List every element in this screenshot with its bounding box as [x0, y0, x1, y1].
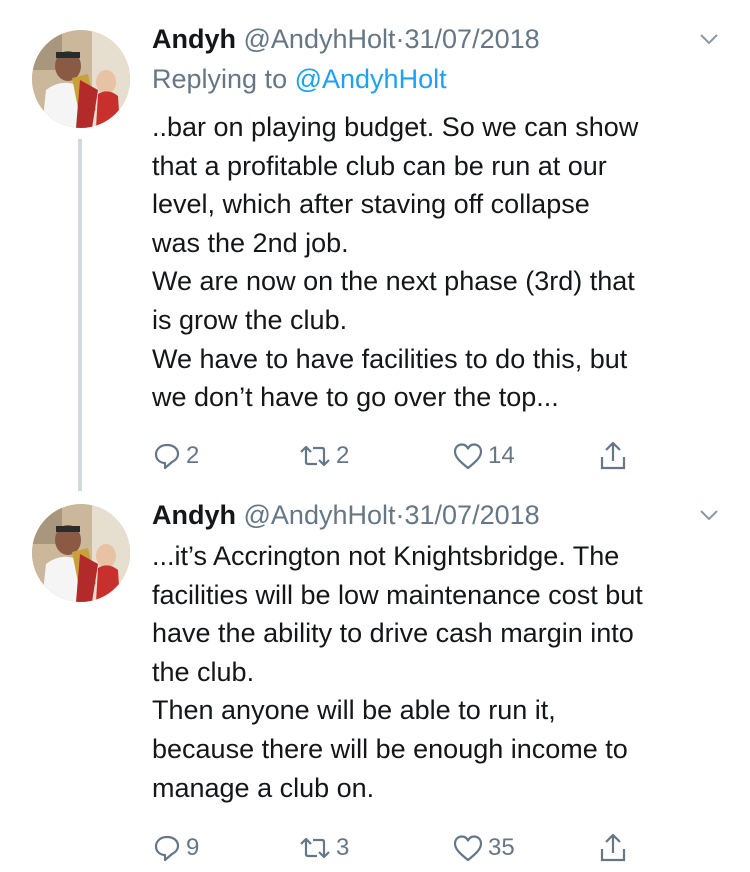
tweet-text-line: manage a club on. — [152, 772, 375, 803]
tweet-actions: 2 2 14 — [152, 436, 652, 476]
separator-dot: · — [395, 500, 405, 530]
tweet-text-line: have the ability to drive cash margin in… — [152, 618, 634, 649]
tweet-text-line: was the 2nd job. — [152, 227, 349, 258]
tweet-text-line: that a profitable club can be run at our — [152, 150, 607, 181]
tweet-text-line: We are now on the next phase (3rd) that — [152, 266, 635, 297]
like-button[interactable]: 14 — [452, 436, 515, 476]
retweet-count: 3 — [336, 834, 350, 861]
retweet-count: 2 — [336, 442, 350, 469]
replying-to-label: Replying to — [152, 64, 288, 94]
retweet-button[interactable]: 3 — [298, 828, 349, 868]
tweet-text-line: because there will be enough income to — [152, 733, 628, 764]
retweet-icon — [298, 441, 332, 471]
avatar[interactable] — [32, 504, 130, 602]
like-count: 35 — [488, 834, 515, 861]
tweet-text-line: ..bar on playing budget. So we can show — [152, 112, 639, 142]
reply-icon — [152, 441, 182, 471]
tweet-text: ...it’s Accrington not Knightsbridge. Th… — [152, 537, 732, 807]
replying-to-link[interactable]: @AndyhHolt — [295, 64, 447, 94]
separator-dot: · — [395, 24, 405, 54]
share-icon — [598, 440, 628, 472]
tweet-header: Andyh @AndyhHolt·31/07/2018 — [152, 22, 540, 56]
tweet-text-line: Then anyone will be able to run it, — [152, 695, 556, 726]
chevron-down-icon[interactable] — [698, 28, 720, 50]
tweet-date[interactable]: 31/07/2018 — [405, 500, 540, 530]
reply-button[interactable]: 9 — [152, 828, 199, 868]
tweet-text-line: We have to have facilities to do this, b… — [152, 343, 628, 374]
share-button[interactable] — [598, 436, 628, 476]
like-count: 14 — [488, 442, 515, 469]
reply-count: 2 — [186, 442, 200, 469]
reply-icon — [152, 833, 182, 863]
tweet-text-line: facilities will be low maintenance cost … — [152, 579, 643, 610]
author-handle[interactable]: @AndyhHolt — [244, 500, 396, 530]
author-handle[interactable]: @AndyhHolt — [244, 24, 396, 54]
tweet-date[interactable]: 31/07/2018 — [405, 24, 540, 54]
share-button[interactable] — [598, 828, 628, 868]
tweet-text-line: level, which after staving off collapse — [152, 189, 590, 220]
avatar[interactable] — [32, 30, 130, 128]
author-name[interactable]: Andyh — [152, 500, 236, 530]
like-icon — [452, 833, 484, 863]
reply-count: 9 — [186, 834, 200, 861]
tweet-header: Andyh @AndyhHolt·31/07/2018 — [152, 498, 540, 532]
thread-connector-line — [78, 139, 82, 491]
tweet-thread: Andyh @AndyhHolt·31/07/2018 Replying to … — [0, 0, 750, 872]
author-name[interactable]: Andyh — [152, 24, 236, 54]
tweet-text: ..bar on playing budget. So we can show … — [152, 108, 732, 417]
tweet-text-line: ...it’s Accrington not Knightsbridge. Th… — [152, 541, 620, 571]
tweet-actions: 9 3 35 — [152, 828, 652, 868]
tweet-text-line: is grow the club. — [152, 304, 348, 335]
like-icon — [452, 441, 484, 471]
retweet-icon — [298, 833, 332, 863]
tweet-text-line: we don’t have to go over the top... — [152, 382, 559, 413]
chevron-down-icon[interactable] — [698, 504, 720, 526]
retweet-button[interactable]: 2 — [298, 436, 349, 476]
share-icon — [598, 832, 628, 864]
tweet-text-line: the club. — [152, 656, 255, 687]
replying-to: Replying to @AndyhHolt — [152, 62, 447, 96]
reply-button[interactable]: 2 — [152, 436, 199, 476]
like-button[interactable]: 35 — [452, 828, 515, 868]
